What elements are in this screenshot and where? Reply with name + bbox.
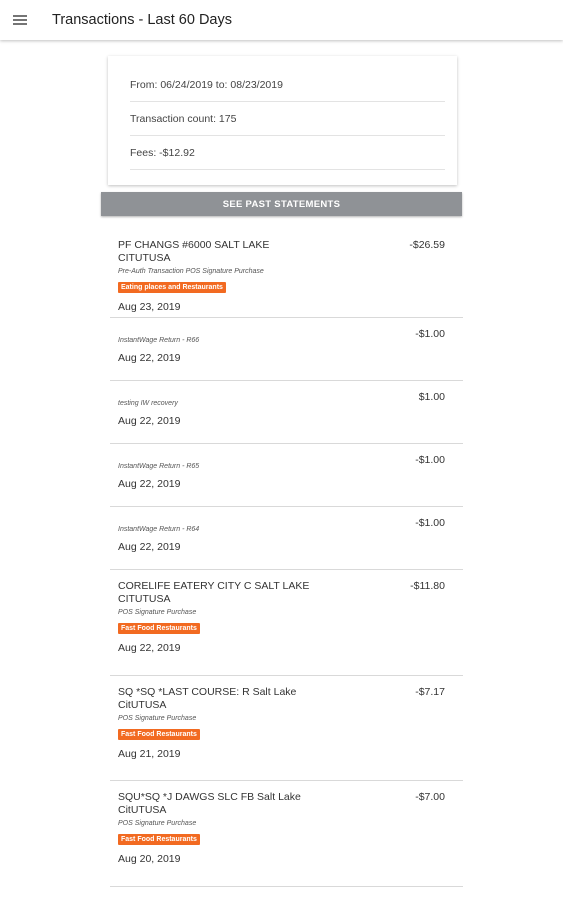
transaction-description: testing IW recovery xyxy=(118,400,178,407)
transaction-amount: -$1.00 xyxy=(415,517,445,529)
fees-total: Fees: -$12.92 xyxy=(130,136,445,170)
merchant-name: CORELIFE EATERY CITY C SALT LAKE CITUTUS… xyxy=(118,580,310,605)
transaction-description: POS Signature Purchase xyxy=(118,609,197,616)
merchant-name: SQU*SQ *J DAWGS SLC FB Salt Lake CitUTUS… xyxy=(118,791,301,816)
transaction-date: Aug 22, 2019 xyxy=(118,642,181,654)
merchant-name: PF CHANGS #6000 SALT LAKE CITUTUSA xyxy=(118,239,270,264)
transaction-row[interactable]: -$1.00 InstantWage Return - R66 Aug 22, … xyxy=(110,318,463,381)
category-badge: Fast Food Restaurants xyxy=(118,834,200,845)
category-badge: Fast Food Restaurants xyxy=(118,729,200,740)
transaction-row[interactable]: PF CHANGS #6000 SALT LAKE CITUTUSA -$26.… xyxy=(110,229,463,318)
merchant-name: SQ *SQ *LAST COURSE: R Salt Lake CitUTUS… xyxy=(118,686,297,711)
transaction-date: Aug 22, 2019 xyxy=(118,478,181,490)
transaction-row[interactable]: CORELIFE EATERY CITY C SALT LAKE CITUTUS… xyxy=(110,570,463,676)
transaction-count: Transaction count: 175 xyxy=(130,102,445,136)
transaction-amount: -$11.80 xyxy=(410,580,445,592)
date-range: From: 06/24/2019 to: 08/23/2019 xyxy=(130,68,445,102)
transaction-date: Aug 21, 2019 xyxy=(118,748,181,760)
app-bar: Transactions - Last 60 Days xyxy=(0,0,563,40)
transaction-amount: -$7.17 xyxy=(415,686,445,698)
transaction-date: Aug 20, 2019 xyxy=(118,853,181,865)
transaction-description: POS Signature Purchase xyxy=(118,820,197,827)
transaction-row[interactable]: SQ *SQ *LAST COURSE: R Salt Lake CitUTUS… xyxy=(110,676,463,781)
transaction-row[interactable]: -$1.00 InstantWage Return - R64 Aug 22, … xyxy=(110,507,463,570)
transaction-amount: -$1.00 xyxy=(415,454,445,466)
transaction-amount: $1.00 xyxy=(418,391,445,403)
transaction-description: InstantWage Return - R66 xyxy=(118,337,200,344)
transaction-date: Aug 22, 2019 xyxy=(118,352,181,364)
transaction-description: POS Signature Purchase xyxy=(118,715,197,722)
transaction-description: Pre-Auth Transaction POS Signature Purch… xyxy=(118,268,264,275)
category-badge: Fast Food Restaurants xyxy=(118,623,200,634)
menu-button[interactable] xyxy=(0,0,40,40)
hamburger-menu-icon xyxy=(13,15,27,25)
transaction-row[interactable]: $1.00 testing IW recovery Aug 22, 2019 xyxy=(110,381,463,444)
transaction-description: InstantWage Return - R65 xyxy=(118,463,200,470)
summary-card: From: 06/24/2019 to: 08/23/2019 Transact… xyxy=(108,56,457,185)
transaction-amount: -$26.59 xyxy=(409,239,445,251)
transaction-list: PF CHANGS #6000 SALT LAKE CITUTUSA -$26.… xyxy=(110,229,463,887)
transaction-amount: -$1.00 xyxy=(415,328,445,340)
transaction-date: Aug 23, 2019 xyxy=(118,301,181,313)
transaction-amount: -$7.00 xyxy=(415,791,445,803)
see-past-statements-button[interactable]: SEE PAST STATEMENTS xyxy=(101,192,462,216)
page-title: Transactions - Last 60 Days xyxy=(52,12,232,28)
transaction-date: Aug 22, 2019 xyxy=(118,415,181,427)
transaction-row[interactable]: -$1.00 InstantWage Return - R65 Aug 22, … xyxy=(110,444,463,507)
category-badge: Eating places and Restaurants xyxy=(118,282,226,293)
transaction-description: InstantWage Return - R64 xyxy=(118,526,200,533)
transaction-date: Aug 22, 2019 xyxy=(118,541,181,553)
transaction-row[interactable]: SQU*SQ *J DAWGS SLC FB Salt Lake CitUTUS… xyxy=(110,781,463,887)
